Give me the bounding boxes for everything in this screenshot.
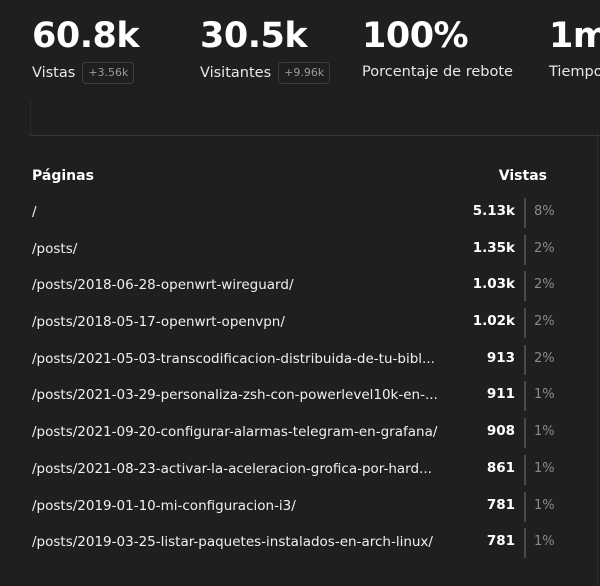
view-percent: 2% bbox=[534, 350, 555, 366]
row-divider bbox=[524, 271, 526, 302]
pages-panel: Páginas Vistas / 5.13k 8% /posts/ 1.35k … bbox=[32, 160, 567, 563]
view-percent: 1% bbox=[534, 534, 555, 550]
metric-label-row: Porcentaje de rebote bbox=[362, 62, 513, 82]
row-divider bbox=[524, 344, 526, 375]
pages-panel-header: Páginas Vistas bbox=[32, 160, 567, 196]
page-path-link[interactable]: /posts/2021-05-03-transcodificacion-dist… bbox=[32, 351, 464, 367]
table-row[interactable]: /posts/2018-06-28-openwrt-wireguard/ 1.0… bbox=[32, 269, 567, 306]
page-path-link[interactable]: /posts/2019-01-10-mi-configuracion-i3/ bbox=[32, 498, 464, 514]
chart-left-edge bbox=[30, 100, 31, 135]
view-percent: 2% bbox=[534, 314, 555, 330]
metrics-bar: 60.8k Vistas +3.56k 30.5k Visitantes +9.… bbox=[0, 0, 600, 100]
metric-value: 100% bbox=[362, 16, 469, 56]
page-path-link[interactable]: /posts/2021-03-29-personaliza-zsh-con-po… bbox=[32, 387, 464, 403]
view-count: 911 bbox=[486, 386, 515, 403]
metric-value: 30.5k bbox=[200, 16, 308, 56]
row-divider bbox=[524, 491, 526, 522]
view-count: 781 bbox=[486, 496, 515, 513]
page-path-link[interactable]: / bbox=[32, 204, 464, 220]
table-row[interactable]: /posts/2021-05-03-transcodificacion-dist… bbox=[32, 343, 567, 380]
page-path-link[interactable]: /posts/2018-05-17-openwrt-openvpn/ bbox=[32, 314, 464, 330]
view-percent: 2% bbox=[534, 277, 555, 293]
metric-label-row: Vistas +3.56k bbox=[32, 62, 135, 84]
view-count: 1.02k bbox=[472, 313, 515, 330]
metric-value: 60.8k bbox=[32, 16, 140, 56]
view-percent: 8% bbox=[534, 204, 555, 219]
view-percent: 1% bbox=[534, 497, 555, 513]
panel-divider bbox=[597, 130, 598, 586]
chart-baseline-divider bbox=[30, 135, 600, 136]
view-count: 781 bbox=[486, 533, 515, 550]
metric-label: Visitantes bbox=[200, 65, 272, 81]
table-row[interactable]: /posts/2021-09-20-configurar-alarmas-tel… bbox=[32, 416, 567, 453]
view-percent: 1% bbox=[534, 424, 555, 440]
view-count: 908 bbox=[486, 423, 515, 440]
view-count: 1.03k bbox=[472, 276, 515, 293]
row-divider bbox=[524, 454, 526, 485]
table-row[interactable]: /posts/2021-03-29-personaliza-zsh-con-po… bbox=[32, 379, 567, 416]
view-percent: 1% bbox=[534, 460, 555, 476]
view-count: 913 bbox=[486, 349, 515, 366]
row-divider bbox=[524, 234, 526, 265]
metric-label: Porcentaje de rebote bbox=[362, 64, 513, 80]
row-divider bbox=[524, 308, 526, 339]
metric-change-badge: +9.96k bbox=[278, 62, 331, 84]
panel-metric-column-title[interactable]: Vistas bbox=[499, 168, 547, 184]
table-row[interactable]: /posts/2018-05-17-openwrt-openvpn/ 1.02k… bbox=[32, 306, 567, 343]
row-divider bbox=[524, 198, 526, 228]
metric-change-badge: +3.56k bbox=[82, 62, 135, 84]
table-row[interactable]: /posts/2019-01-10-mi-configuracion-i3/ 7… bbox=[32, 490, 567, 527]
table-row[interactable]: /posts/ 1.35k 2% bbox=[32, 233, 567, 270]
row-divider bbox=[524, 528, 526, 559]
view-count: 861 bbox=[486, 459, 515, 476]
row-divider bbox=[524, 418, 526, 449]
metric-label: Tiempo bbox=[549, 64, 600, 80]
metric-value: 1m bbox=[549, 16, 600, 56]
view-count: 5.13k bbox=[472, 203, 515, 219]
page-path-link[interactable]: /posts/2019-03-25-listar-paquetes-instal… bbox=[32, 534, 464, 550]
table-row[interactable]: /posts/2021-08-23-activar-la-aceleracion… bbox=[32, 453, 567, 490]
metric-label: Vistas bbox=[32, 65, 76, 81]
page-path-link[interactable]: /posts/2021-09-20-configurar-alarmas-tel… bbox=[32, 424, 464, 440]
panel-title: Páginas bbox=[32, 168, 94, 184]
page-path-link[interactable]: /posts/ bbox=[32, 241, 464, 257]
metric-label-row: Visitantes +9.96k bbox=[200, 62, 331, 84]
view-count: 1.35k bbox=[472, 239, 515, 256]
row-divider bbox=[524, 381, 526, 412]
view-percent: 1% bbox=[534, 387, 555, 403]
table-row[interactable]: /posts/2019-03-25-listar-paquetes-instal… bbox=[32, 526, 567, 563]
table-row[interactable]: / 5.13k 8% bbox=[32, 196, 567, 233]
view-percent: 2% bbox=[534, 240, 555, 256]
page-path-link[interactable]: /posts/2018-06-28-openwrt-wireguard/ bbox=[32, 277, 464, 293]
metric-label-row: Tiempo bbox=[549, 62, 600, 82]
page-path-link[interactable]: /posts/2021-08-23-activar-la-aceleracion… bbox=[32, 461, 464, 477]
